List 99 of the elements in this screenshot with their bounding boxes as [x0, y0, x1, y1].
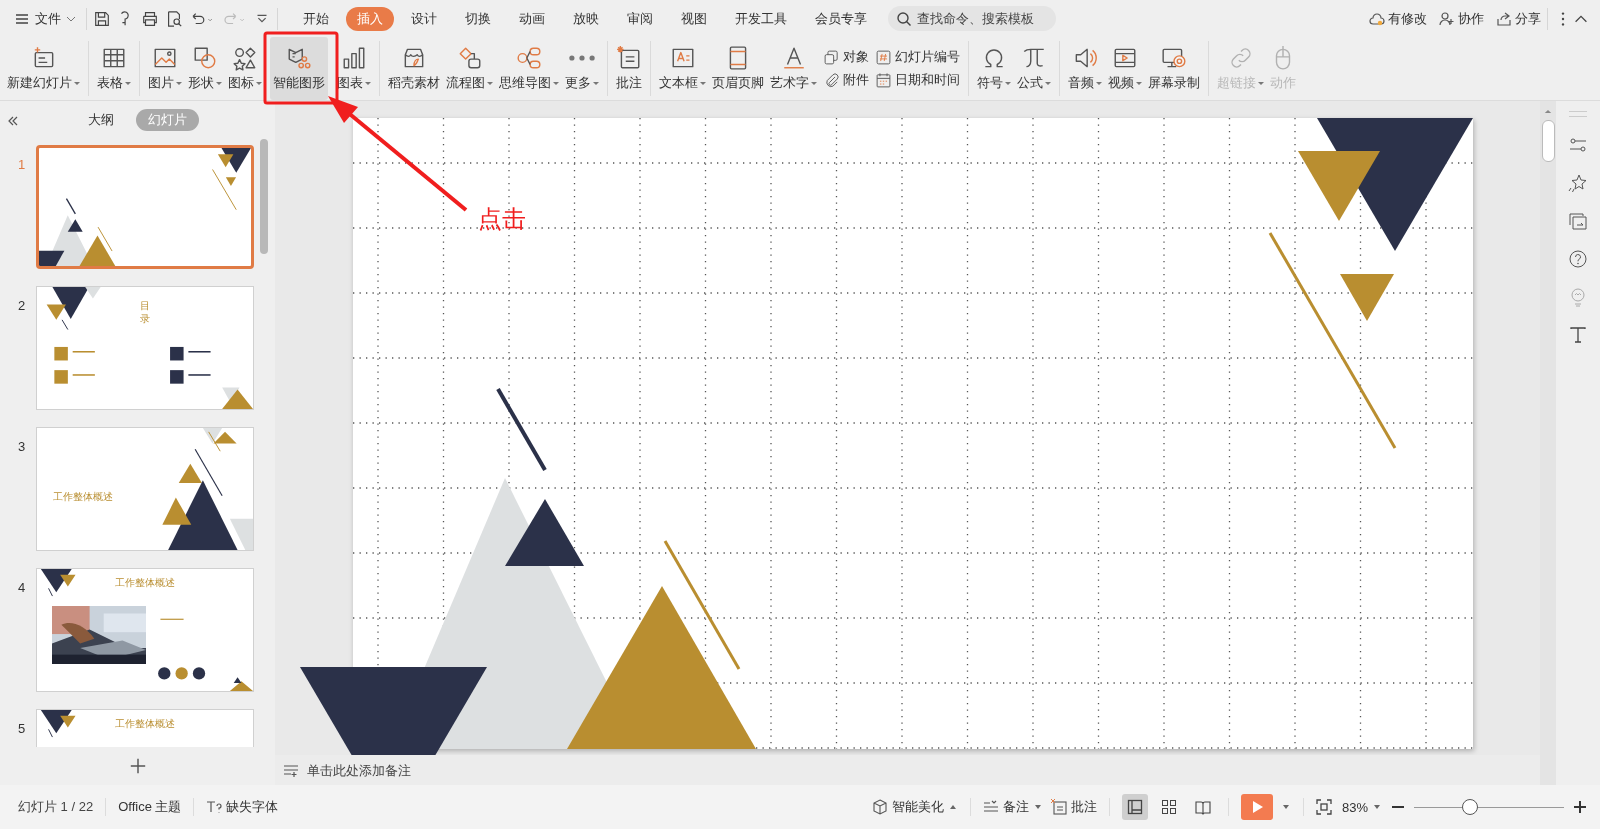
print-preview-icon[interactable]: [165, 9, 183, 28]
zoom-in-icon[interactable]: [1572, 799, 1588, 815]
notes-field[interactable]: 单击此处添加备注: [305, 761, 509, 779]
ribbon-button[interactable]: 屏幕录制: [1145, 37, 1203, 100]
menu-tab[interactable]: 开始: [292, 6, 340, 31]
sliders-icon[interactable]: [1568, 135, 1588, 155]
search-icon: [896, 10, 912, 27]
ribbon-button[interactable]: 图片: [145, 37, 185, 100]
comment-icon: [616, 45, 642, 71]
comment-icon: [1050, 799, 1067, 815]
help-icon[interactable]: [1568, 249, 1588, 269]
slider-thumb[interactable]: [1461, 799, 1478, 815]
theme-button[interactable]: Office 主题: [118, 798, 182, 816]
normal-view-icon: [1126, 799, 1143, 815]
menu-tab[interactable]: 会员专享: [804, 6, 878, 31]
ribbon-button[interactable]: 更多: [562, 37, 602, 100]
file-menu[interactable]: 文件: [10, 9, 80, 28]
ribbon-button[interactable]: 附件: [823, 71, 869, 89]
font-warning-icon: [206, 799, 223, 815]
zoom-slider[interactable]: [1414, 799, 1564, 815]
slide-number: 5: [18, 721, 27, 738]
slide-title: 工作整体概述: [53, 490, 113, 503]
shape-set-icon: [232, 45, 258, 71]
ribbon-button[interactable]: 艺术字: [767, 37, 820, 100]
comments-button[interactable]: 批注: [1050, 798, 1097, 816]
slide-title: 工作整体概述: [114, 717, 176, 730]
slide-title: 工作整体概述: [114, 576, 176, 589]
star-icon[interactable]: [1568, 173, 1588, 193]
view-tab[interactable]: 大纲: [76, 109, 126, 131]
beautify-button[interactable]: 智能美化: [871, 798, 958, 816]
shapes-icon: [192, 45, 218, 71]
ribbon-button[interactable]: 形状: [185, 37, 225, 100]
ribbon-button[interactable]: 公式: [1014, 37, 1054, 100]
ribbon-button[interactable]: 新建幻灯片: [4, 37, 83, 100]
slide-number: 3: [18, 439, 27, 456]
ribbon-button[interactable]: 幻灯片编号: [875, 48, 960, 66]
ribbon-button[interactable]: 表格: [94, 37, 134, 100]
slide-number: 2: [18, 298, 27, 315]
ribbon-button[interactable]: 对象: [823, 48, 869, 66]
add-slide-icon[interactable]: [128, 757, 147, 775]
cube-icon: [871, 799, 888, 815]
menu-tab[interactable]: 放映: [562, 6, 610, 31]
more-icon: [569, 55, 595, 61]
text-tool-icon[interactable]: [1568, 325, 1588, 345]
slide-title: 目录: [140, 299, 150, 325]
mind-map-icon: [516, 45, 542, 71]
ribbon-button[interactable]: 符号: [974, 37, 1014, 100]
slide-number: 4: [18, 580, 27, 597]
print-icon[interactable]: [141, 9, 159, 28]
book-icon: [1194, 799, 1211, 815]
ribbon-button[interactable]: 图表: [334, 37, 374, 100]
ribbon-button[interactable]: 日期和时间: [875, 71, 960, 89]
grid-icon: [1160, 799, 1177, 815]
add-person-icon: [1439, 10, 1455, 27]
object-icon: [823, 48, 840, 66]
notes-icon: [283, 762, 299, 778]
menu-tab[interactable]: 视图: [670, 6, 718, 31]
fit-window-icon[interactable]: [1315, 799, 1332, 815]
triangle: [1340, 274, 1394, 321]
ribbon-button[interactable]: 思维导图: [496, 37, 562, 100]
menu-tab[interactable]: 审阅: [616, 6, 664, 31]
paperclip-icon: [823, 71, 840, 89]
share-button[interactable]: 分享: [1496, 9, 1541, 28]
cloud-icon: [1369, 10, 1385, 27]
collapse-panel-icon[interactable]: [6, 114, 20, 128]
notes-icon: [982, 799, 999, 815]
ribbon-button[interactable]: 图标: [225, 37, 265, 100]
slide-number-icon: [875, 48, 892, 66]
share-icon: [1496, 10, 1512, 27]
slide-number: 1: [18, 157, 27, 174]
menu-tab[interactable]: 开发工具: [724, 6, 798, 31]
notes-button[interactable]: 备注: [982, 798, 1043, 816]
modified-button[interactable]: 有修改: [1369, 9, 1427, 28]
thumbnail-drawing: [40, 710, 76, 738]
menu-tab[interactable]: 动画: [508, 6, 556, 31]
scrollbar[interactable]: [260, 139, 268, 254]
menu-tab[interactable]: 切换: [454, 6, 502, 31]
bar-chart-icon: [341, 45, 367, 71]
save-icon[interactable]: [93, 9, 111, 28]
ribbon-button[interactable]: 文本框: [656, 37, 709, 100]
ribbon-button[interactable]: 批注: [613, 37, 645, 100]
ribbon-button[interactable]: 页眉页脚: [709, 37, 767, 100]
play-button[interactable]: [1240, 794, 1273, 820]
slide-counter: 幻灯片 1 / 22: [18, 798, 94, 816]
menu-tab[interactable]: 设计: [400, 6, 448, 31]
normal-view-button[interactable]: [1121, 794, 1148, 820]
search-field[interactable]: 查找命令、搜索模板: [888, 6, 1056, 31]
ribbon-button[interactable]: 流程图: [443, 37, 496, 100]
ribbon-button[interactable]: 稻壳素材: [385, 37, 443, 100]
collaborate-button[interactable]: 协作: [1439, 9, 1484, 28]
zoom-level-button[interactable]: 83%: [1341, 799, 1382, 815]
ribbon-button[interactable]: 音频: [1065, 37, 1105, 100]
calendar-icon: [875, 71, 892, 89]
ribbon-button[interactable]: 视频: [1105, 37, 1145, 100]
ribbon-button[interactable]: 智能图形: [270, 37, 328, 100]
missing-fonts-button[interactable]: 缺失字体: [206, 798, 279, 816]
scroll-up-icon[interactable]: [1544, 109, 1552, 114]
callout-text: 点击: [478, 204, 526, 234]
scrollbar-thumb[interactable]: [1541, 120, 1555, 162]
